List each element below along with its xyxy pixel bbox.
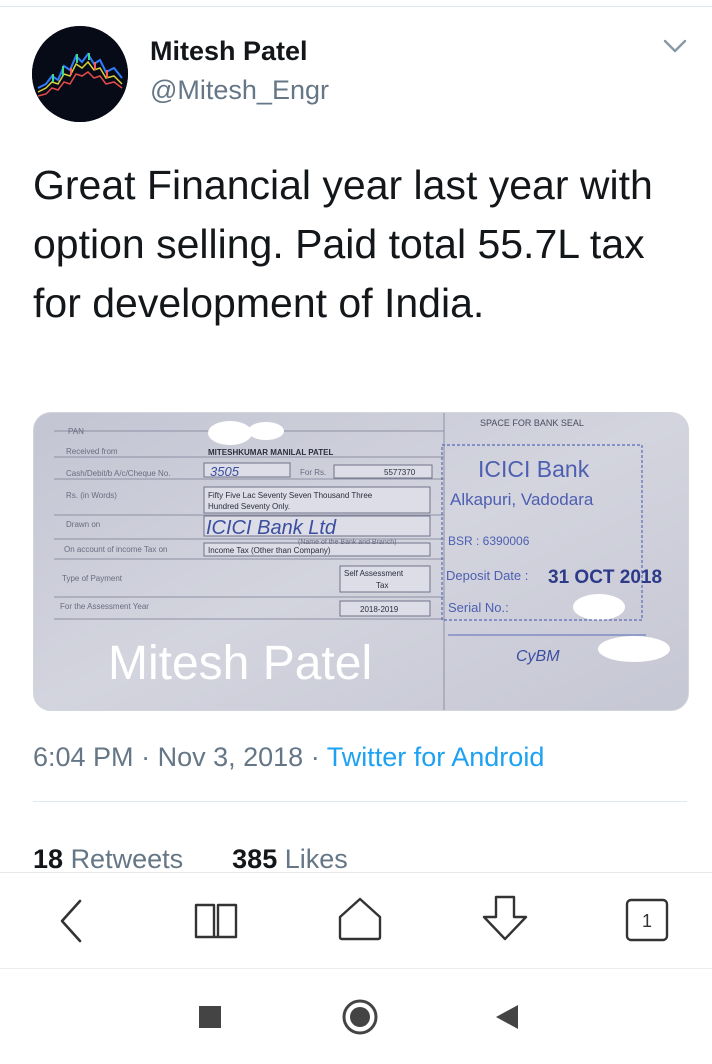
square-icon[interactable]: [198, 1005, 222, 1029]
likes-label: Likes: [284, 844, 348, 874]
bank-branch-caption: (Name of the Bank and Branch): [298, 539, 396, 546]
assessment-year-value: 2018-2019: [360, 605, 399, 614]
assessment-year-label: For the Assessment Year: [60, 602, 149, 611]
book-icon[interactable]: [192, 899, 240, 941]
tweet-media-image[interactable]: PAN Received from Cash/Debit/b A/c/Chequ…: [33, 412, 689, 711]
rs-words-line1: Fifty Five Lac Seventy Seven Thousand Th…: [208, 491, 373, 500]
amount-value: 5577370: [384, 468, 416, 477]
payment-type-line2: Tax: [376, 581, 388, 590]
system-nav-bar: [0, 968, 712, 1064]
triangle-back-icon[interactable]: [494, 1003, 520, 1031]
tweet-source-link[interactable]: Twitter for Android: [327, 742, 545, 772]
stamp-branch: Alkapuri, Vadodara: [450, 490, 594, 509]
seal-header: SPACE FOR BANK SEAL: [480, 418, 584, 428]
rs-words-line2: Hundred Seventy Only.: [208, 502, 290, 511]
divider: [33, 801, 687, 802]
browser-toolbar: 1: [0, 872, 712, 969]
avatar-chart-image: [32, 26, 128, 122]
rs-words-label: Rs. (in Words): [66, 491, 117, 500]
author-name[interactable]: Mitesh Patel: [150, 36, 308, 67]
received-from-label: Received from: [66, 447, 118, 456]
retweets-count: 18: [33, 844, 64, 874]
stamp-bank: ICICI Bank: [478, 456, 590, 482]
tweet-timestamp: 6:04 PM · Nov 3, 2018 · Twitter for Andr…: [33, 742, 544, 773]
retweets-stat[interactable]: 18 Retweets: [33, 844, 183, 874]
likes-stat[interactable]: 385 Likes: [232, 844, 348, 874]
home-icon[interactable]: [334, 893, 386, 945]
tweet-text: Great Financial year last year with opti…: [33, 162, 653, 326]
back-arrow-icon[interactable]: [56, 897, 86, 945]
stamp-deposit-date: 31 OCT 2018: [548, 567, 662, 588]
author-handle[interactable]: @Mitesh_Engr: [150, 75, 329, 106]
svg-text:CyBM: CyBM: [516, 648, 560, 665]
tax-receipt-photo: PAN Received from Cash/Debit/b A/c/Chequ…: [34, 413, 688, 710]
tweet-stats: 18 Retweets 385 Likes: [33, 844, 348, 875]
top-divider: [0, 6, 712, 7]
circle-icon[interactable]: [340, 997, 380, 1037]
stamp-bsr: BSR : 6390006: [448, 534, 530, 548]
stamp-serial: Serial No.:: [448, 600, 509, 615]
drawn-on-label: Drawn on: [66, 520, 100, 529]
separator: ·: [310, 742, 320, 772]
tweet-date: Nov 3, 2018: [157, 742, 304, 772]
stamp-deposit-label: Deposit Date :: [446, 568, 528, 583]
account-label: Cash/Debit/b A/c/Cheque No.: [66, 469, 171, 478]
income-tax-label: On account of income Tax on: [64, 545, 167, 554]
tweet-time: 6:04 PM: [33, 742, 134, 772]
received-from-value: MITESHKUMAR MANILAL PATEL: [208, 448, 333, 457]
pan-label: PAN: [68, 427, 84, 436]
chevron-down-icon[interactable]: [662, 36, 688, 56]
likes-count: 385: [232, 844, 278, 874]
payment-type-label: Type of Payment: [62, 574, 123, 583]
tabs-icon[interactable]: 1: [624, 897, 670, 943]
income-tax-value: Income Tax (Other than Company): [208, 546, 331, 555]
drawn-on-handwritten: ICICI Bank Ltd: [206, 517, 337, 539]
retweets-label: Retweets: [70, 844, 184, 874]
payment-type-line1: Self Assessment: [344, 569, 404, 578]
avatar[interactable]: [32, 26, 128, 122]
for-rs-label: For Rs.: [300, 468, 326, 477]
separator: ·: [141, 742, 151, 772]
download-arrow-icon[interactable]: [478, 893, 532, 945]
account-handwritten: 3505: [210, 464, 240, 479]
tab-count: 1: [642, 911, 652, 931]
watermark-text: Mitesh Patel: [108, 637, 372, 690]
